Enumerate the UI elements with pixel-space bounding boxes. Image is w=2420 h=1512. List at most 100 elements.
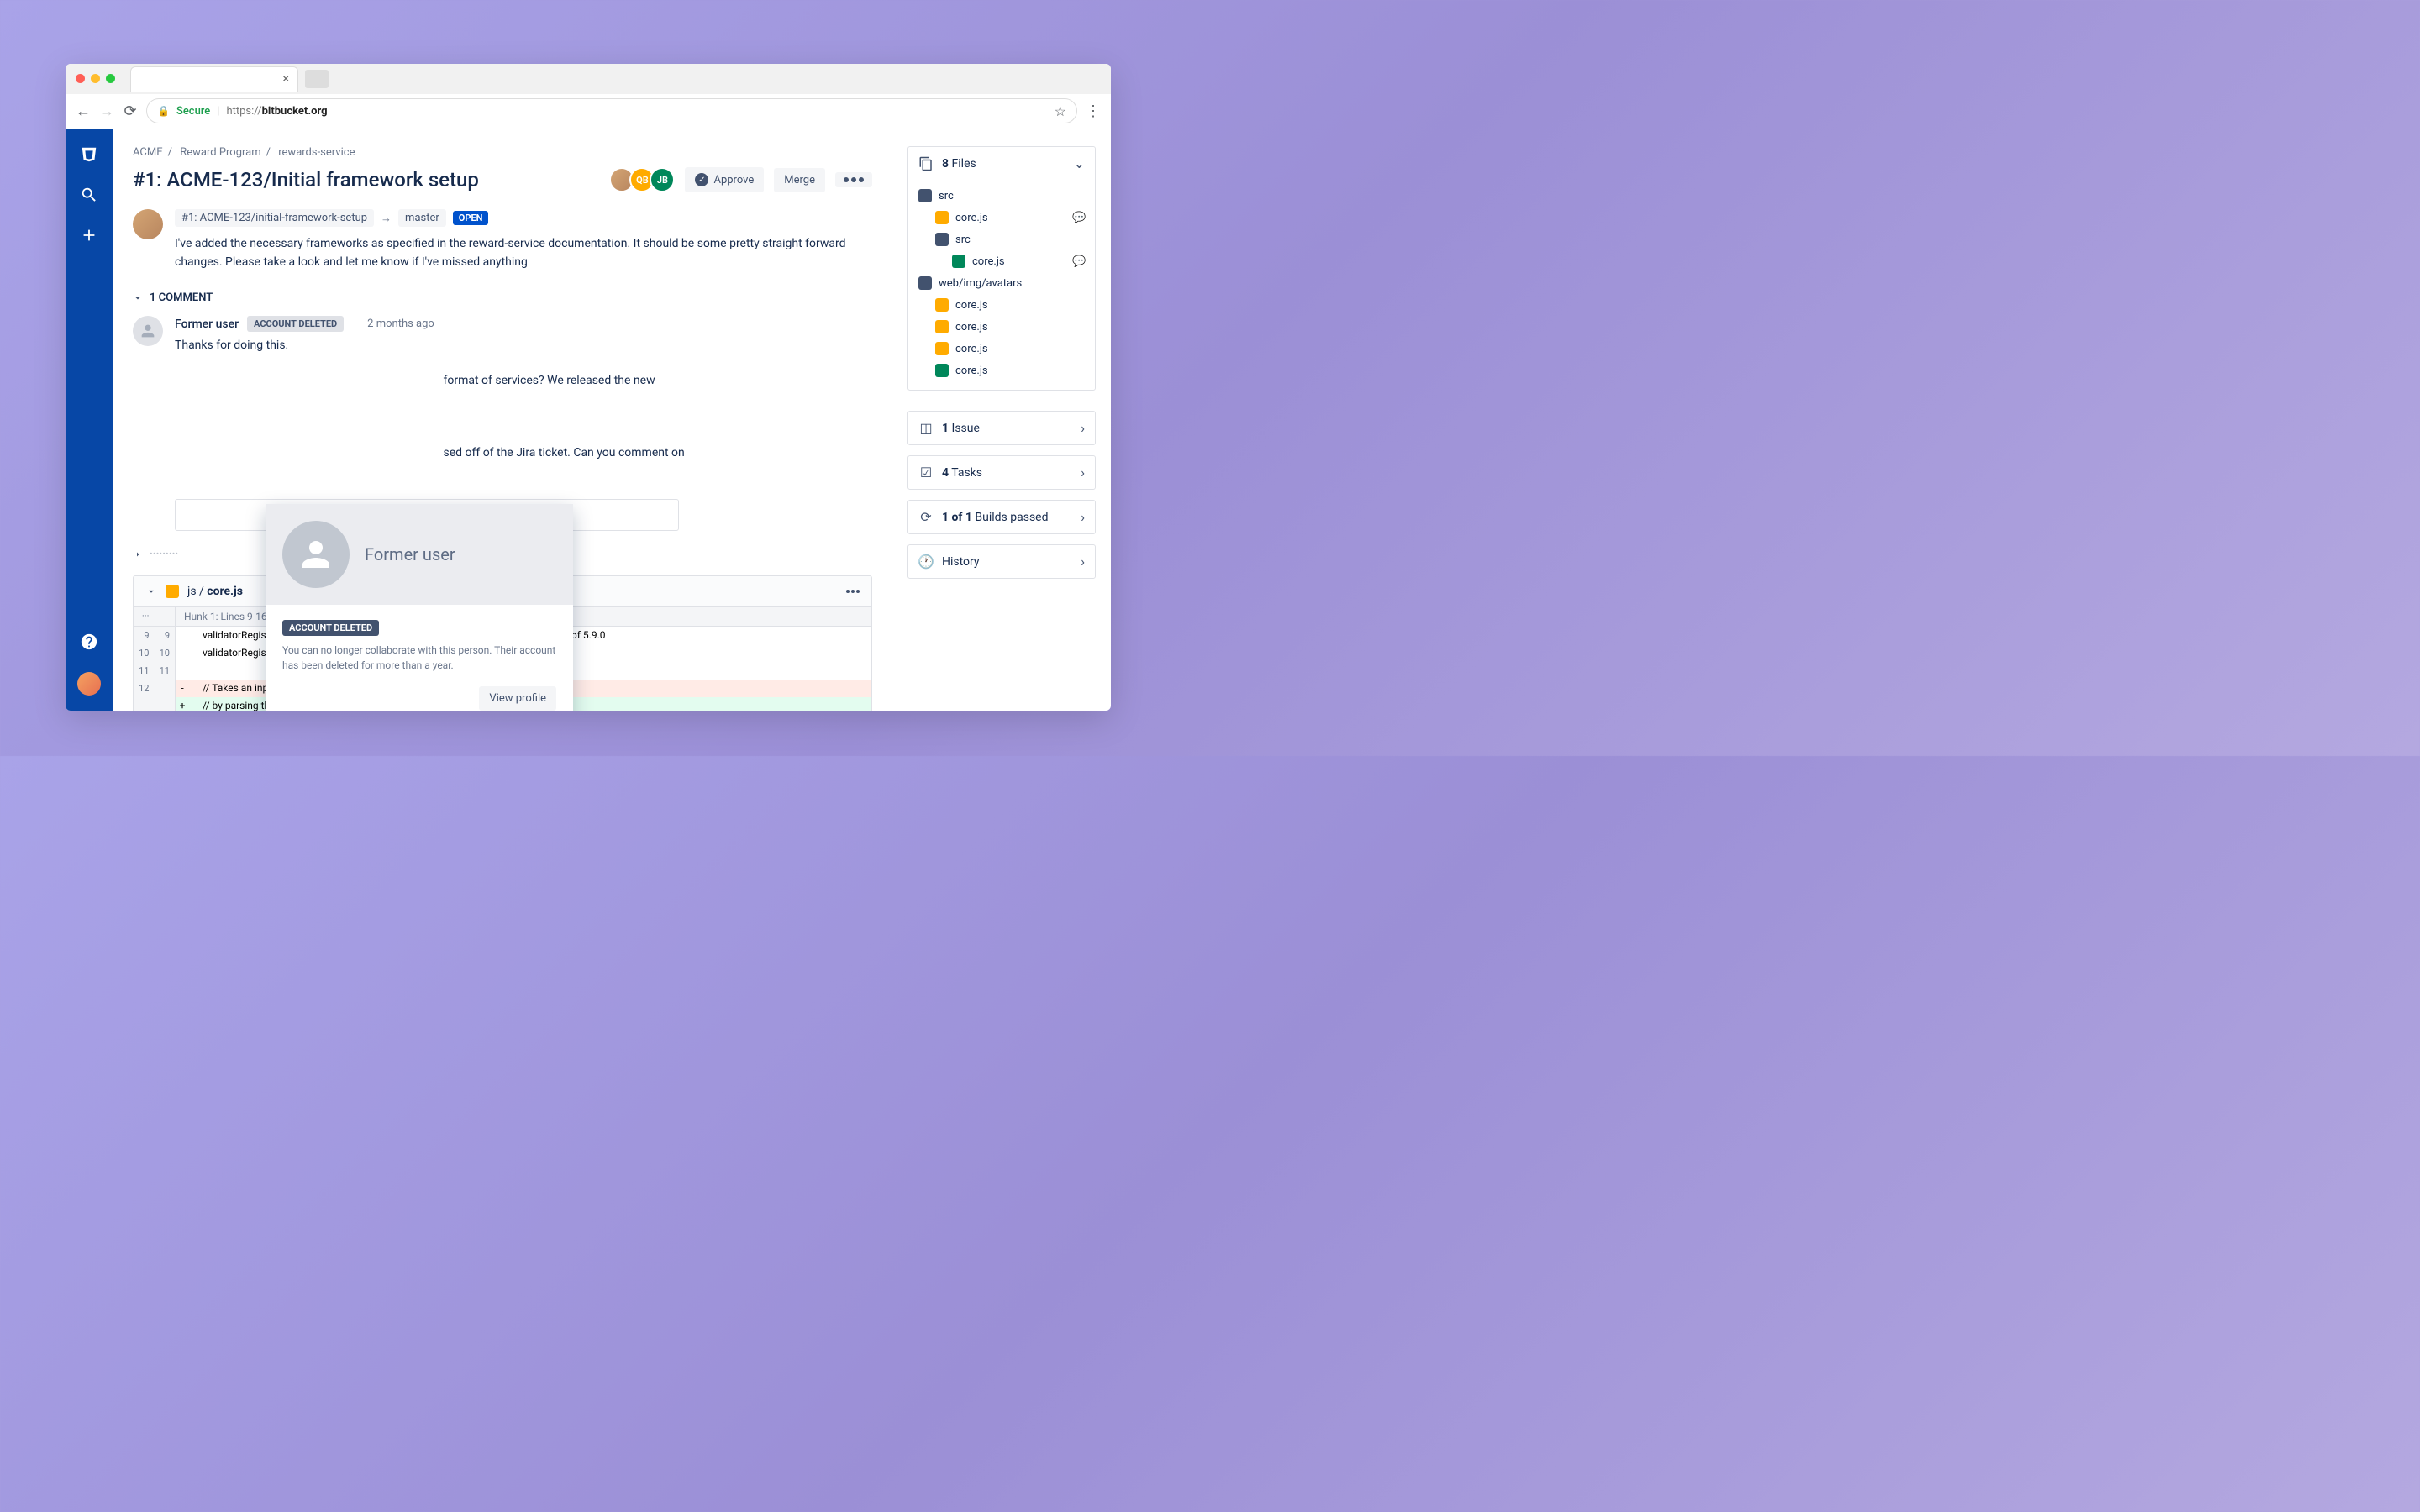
tree-row[interactable]: core.js💬 (918, 250, 1085, 272)
merge-button[interactable]: Merge (774, 168, 825, 192)
task-icon: ☑ (918, 465, 934, 480)
tree-row[interactable]: core.js (918, 316, 1085, 338)
pr-title: #1: ACME-123/Initial framework setup (133, 168, 604, 192)
view-profile-button[interactable]: View profile (479, 686, 556, 711)
pr-description-text: I've added the necessary frameworks as s… (175, 235, 872, 271)
tasks-panel-header[interactable]: ☑ 4 Tasks › (908, 456, 1095, 489)
approve-button[interactable]: ✓Approve (685, 167, 764, 192)
comment-avatar[interactable] (133, 316, 163, 346)
bookmark-icon[interactable]: ☆ (1055, 103, 1066, 119)
comment: Former user ACCOUNT DELETED 2 months ago… (133, 316, 872, 462)
add-icon (935, 364, 949, 377)
tree-row[interactable]: core.js (918, 294, 1085, 316)
breadcrumb-link[interactable]: rewards-service (278, 146, 355, 159)
chevron-right-icon: › (1081, 554, 1085, 570)
breadcrumb-link[interactable]: Reward Program (180, 146, 260, 159)
tree-row[interactable]: core.js 💬 (918, 207, 1085, 228)
tree-row[interactable]: src (918, 185, 1085, 207)
account-deleted-badge: ACCOUNT DELETED (247, 316, 344, 332)
chevron-down-icon (145, 585, 157, 597)
new-tab-button[interactable] (305, 70, 329, 88)
chevron-right-icon: › (1081, 465, 1085, 480)
browser-window: × ← → ⟳ 🔒 Secure | https://bitbucket.org… (66, 64, 1111, 711)
url-field[interactable]: 🔒 Secure | https://bitbucket.org ☆ (146, 98, 1077, 123)
folder-icon (935, 233, 949, 246)
panel-label: 4 Tasks (942, 466, 982, 480)
chevron-down-icon: ⌄ (1074, 155, 1085, 171)
lock-icon: 🔒 (157, 105, 170, 117)
files-icon (918, 156, 934, 171)
user-avatar[interactable] (77, 672, 101, 696)
tree-row[interactable]: core.js (918, 338, 1085, 360)
pr-description-block: #1: ACME-123/initial-framework-setup → m… (133, 209, 872, 271)
tree-item-name: src (939, 190, 954, 202)
browser-menu-icon[interactable]: ⋮ (1086, 102, 1101, 120)
pr-content: ACME/ Reward Program/ rewards-service #1… (113, 129, 892, 711)
check-icon: ✓ (695, 173, 708, 186)
forward-button[interactable]: → (99, 103, 114, 118)
builds passed-panel-header[interactable]: ⟳1 of 1 Builds passed› (908, 501, 1095, 533)
popover-name: Former user (365, 544, 455, 564)
tree-item-name: core.js (955, 365, 988, 377)
comment-icon: 💬 (1072, 212, 1085, 224)
mod-icon (935, 342, 949, 355)
app-root: ACME/ Reward Program/ rewards-service #1… (66, 129, 1111, 711)
product-logo-icon[interactable] (79, 144, 99, 165)
tree-item-name: src (955, 234, 971, 246)
author-avatar[interactable] (133, 209, 163, 239)
close-tab-icon[interactable]: × (283, 72, 289, 86)
separator: | (217, 105, 219, 118)
reload-button[interactable]: ⟳ (123, 103, 138, 118)
panel-label: 1 of 1 Builds passed (942, 511, 1049, 524)
file-more-button[interactable] (846, 590, 860, 593)
target-branch[interactable]: master (398, 209, 446, 227)
avatar[interactable]: JB (650, 167, 675, 192)
create-icon[interactable] (79, 225, 99, 245)
comments-heading[interactable]: 1 COMMENT (133, 291, 872, 304)
folder-icon (918, 189, 932, 202)
popover-avatar (282, 521, 350, 588)
mod-icon (935, 320, 949, 333)
comment-time: 2 months ago (367, 318, 434, 330)
secure-label: Secure (176, 105, 210, 118)
chevron-down-icon (133, 293, 143, 303)
tree-row[interactable]: core.js (918, 360, 1085, 381)
popover-header: Former user (266, 504, 573, 605)
back-button[interactable]: ← (76, 103, 91, 118)
search-icon[interactable] (79, 185, 99, 205)
files-panel-header[interactable]: 8 Files ⌄ (908, 147, 1095, 180)
folder-icon (918, 276, 932, 290)
mod-icon (935, 211, 949, 224)
more-actions-button[interactable] (835, 172, 872, 187)
minimize-window-button[interactable] (91, 74, 100, 83)
tree-item-name: web/img/avatars (939, 277, 1022, 290)
source-branch[interactable]: #1: ACME-123/initial-framework-setup (175, 209, 374, 227)
browser-tab[interactable]: × (130, 66, 298, 92)
comment-text-fragment: xxxxxxxxxxxxxxxxxxxxxxxxxxxxxxxxxxxxxxxx… (175, 372, 872, 391)
tree-row[interactable]: src (918, 228, 1085, 250)
tree-item-name: core.js (955, 299, 988, 312)
breadcrumb-link[interactable]: ACME (133, 146, 163, 159)
tree-row[interactable]: web/img/avatars (918, 272, 1085, 294)
browser-chrome: × ← → ⟳ 🔒 Secure | https://bitbucket.org… (66, 64, 1111, 129)
chevron-right-icon: › (1081, 509, 1085, 525)
history-panel-header[interactable]: 🕐 History › (908, 545, 1095, 578)
arrow-icon: → (381, 212, 392, 225)
history-icon: 🕐 (918, 554, 934, 570)
issue-panel-header[interactable]: ◫1 Issue› (908, 412, 1095, 444)
panel-label: History (942, 555, 980, 569)
file-tree: srccore.js💬srccore.js💬web/img/avatarscor… (908, 180, 1095, 390)
file-modified-icon (166, 585, 179, 598)
user-popover: Former user ACCOUNT DELETED You can no l… (266, 504, 573, 711)
help-icon[interactable] (79, 632, 99, 652)
maximize-window-button[interactable] (106, 74, 115, 83)
file-path: js / core.js (187, 585, 243, 598)
popover-badge: ACCOUNT DELETED (282, 620, 379, 636)
close-window-button[interactable] (76, 74, 85, 83)
tree-item-name: core.js (955, 212, 988, 224)
nav-rail (66, 129, 113, 711)
mod-icon (935, 298, 949, 312)
address-bar: ← → ⟳ 🔒 Secure | https://bitbucket.org ☆… (66, 94, 1111, 129)
main-area: ACME/ Reward Program/ rewards-service #1… (113, 129, 1111, 711)
comment-text: Thanks for doing this. (175, 337, 872, 355)
